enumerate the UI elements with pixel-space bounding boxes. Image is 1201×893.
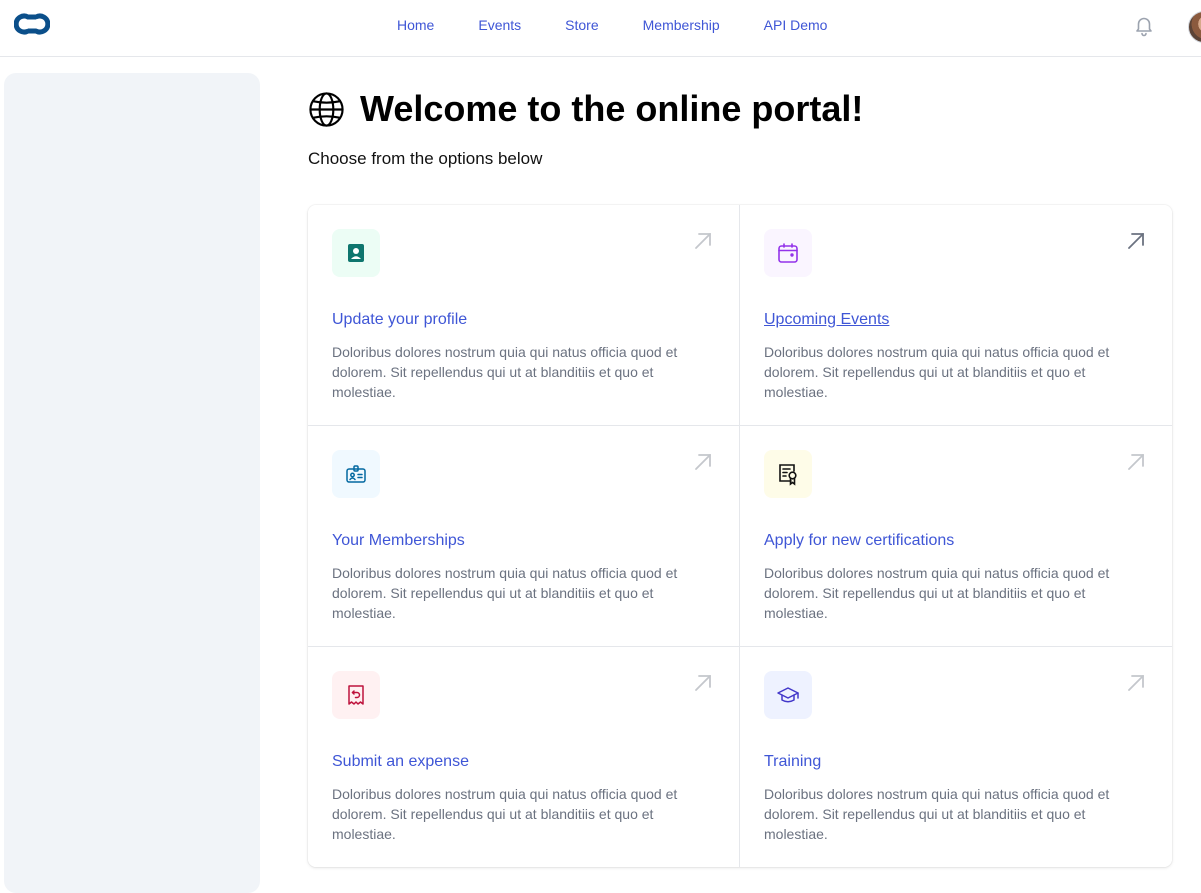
nav-link-store[interactable]: Store bbox=[565, 17, 598, 33]
card-title-link[interactable]: Upcoming Events bbox=[764, 311, 889, 329]
page-title: Welcome to the online portal! bbox=[360, 88, 864, 129]
card-apply-certifications[interactable]: Apply for new certifications Doloribus d… bbox=[740, 426, 1172, 647]
page-header: Welcome to the online portal! bbox=[308, 89, 863, 129]
nav-link-api-demo[interactable]: API Demo bbox=[764, 17, 828, 33]
options-grid: Update your profile Doloribus dolores no… bbox=[308, 205, 1172, 867]
card-update-profile[interactable]: Update your profile Doloribus dolores no… bbox=[308, 205, 740, 426]
certificate-icon bbox=[779, 464, 797, 486]
arrow-up-right-icon bbox=[1128, 233, 1144, 249]
arrow-up-right-icon bbox=[695, 454, 711, 470]
sidebar bbox=[4, 73, 260, 893]
receipt-refund-icon bbox=[348, 685, 364, 705]
logo-icon[interactable] bbox=[14, 11, 50, 37]
user-avatar[interactable] bbox=[1188, 11, 1201, 43]
card-training[interactable]: Training Doloribus dolores nostrum quia … bbox=[740, 647, 1172, 867]
calendar-icon bbox=[778, 243, 798, 263]
nav-link-events[interactable]: Events bbox=[478, 17, 521, 33]
card-icon-box bbox=[764, 671, 812, 719]
profile-icon bbox=[348, 244, 364, 262]
globe-icon bbox=[309, 91, 344, 127]
card-icon-box bbox=[332, 229, 380, 277]
card-your-memberships[interactable]: Your Memberships Doloribus dolores nostr… bbox=[308, 426, 740, 647]
card-description: Doloribus dolores nostrum quia qui natus… bbox=[764, 344, 1110, 400]
card-upcoming-events[interactable]: Upcoming Events Doloribus dolores nostru… bbox=[740, 205, 1172, 426]
card-icon-box bbox=[332, 671, 380, 719]
id-badge-icon bbox=[346, 465, 366, 483]
card-description: Doloribus dolores nostrum quia qui natus… bbox=[764, 565, 1110, 621]
card-title-link[interactable]: Your Memberships bbox=[332, 532, 465, 550]
top-navigation-bar: Home Events Store Membership API Demo bbox=[0, 0, 1201, 57]
arrow-up-right-icon bbox=[695, 233, 711, 249]
card-icon-box bbox=[764, 450, 812, 498]
card-icon-box bbox=[764, 229, 812, 277]
card-submit-expense[interactable]: Submit an expense Doloribus dolores nost… bbox=[308, 647, 740, 867]
nav-link-membership[interactable]: Membership bbox=[643, 17, 720, 33]
arrow-up-right-icon bbox=[695, 675, 711, 691]
card-title-link[interactable]: Submit an expense bbox=[332, 753, 469, 771]
card-description: Doloribus dolores nostrum quia qui natus… bbox=[332, 786, 678, 842]
page-subtitle: Choose from the options below bbox=[308, 149, 543, 168]
arrow-up-right-icon bbox=[1128, 454, 1144, 470]
card-description: Doloribus dolores nostrum quia qui natus… bbox=[764, 786, 1110, 842]
card-title-link[interactable]: Update your profile bbox=[332, 311, 467, 329]
graduation-cap-icon bbox=[777, 687, 799, 703]
nav-link-home[interactable]: Home bbox=[397, 17, 434, 33]
card-description: Doloribus dolores nostrum quia qui natus… bbox=[332, 565, 678, 621]
arrow-up-right-icon bbox=[1128, 675, 1144, 691]
card-icon-box bbox=[332, 450, 380, 498]
card-description: Doloribus dolores nostrum quia qui natus… bbox=[332, 344, 678, 400]
card-title-link[interactable]: Apply for new certifications bbox=[764, 532, 954, 550]
main-nav: Home Events Store Membership API Demo bbox=[397, 17, 871, 33]
notification-bell-icon[interactable] bbox=[1133, 14, 1155, 38]
card-title-link[interactable]: Training bbox=[764, 753, 821, 771]
